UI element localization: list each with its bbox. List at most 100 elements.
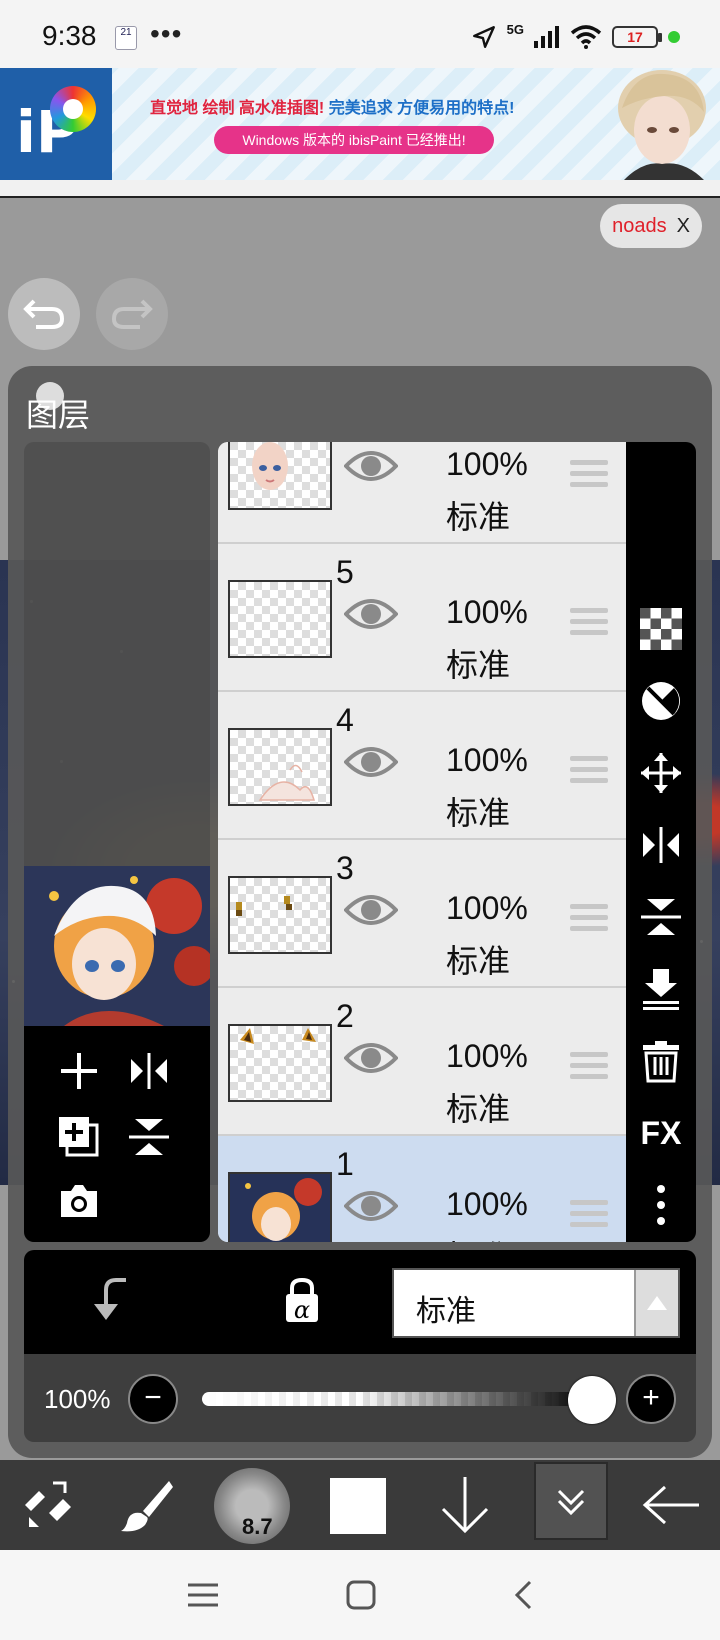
- blend-mode-value: 标准: [416, 1295, 476, 1328]
- redo-button[interactable]: [96, 278, 168, 350]
- system-nav-bar: [0, 1550, 720, 1640]
- redo-icon: [111, 299, 153, 329]
- noads-button[interactable]: noads X: [600, 204, 702, 248]
- opacity-decrease-button[interactable]: −: [128, 1374, 178, 1424]
- brush-tool-button[interactable]: [112, 1460, 182, 1550]
- ad-pill: Windows 版本的 ibisPaint 已经推出!: [214, 126, 494, 154]
- layer-thumbnail: [228, 728, 332, 806]
- drag-handle-icon[interactable]: [570, 756, 608, 789]
- flip-h-icon: [643, 827, 679, 863]
- status-time: 9:38: [42, 20, 97, 51]
- layer-number: 6: [336, 442, 354, 443]
- brush-size-button[interactable]: 8.7: [214, 1468, 290, 1544]
- layer-row[interactable]: 4 100% 标准: [218, 692, 626, 840]
- drag-handle-icon[interactable]: [570, 608, 608, 641]
- layer-panel-button[interactable]: [534, 1462, 608, 1540]
- banner-divider: [0, 180, 720, 198]
- eye-icon[interactable]: [344, 448, 398, 484]
- flip-vertical-icon: [129, 1119, 169, 1155]
- panel-title: 图层: [26, 397, 91, 433]
- camera-icon: [61, 1185, 97, 1217]
- flip-horizontal-icon: [131, 1053, 167, 1089]
- add-layer-button[interactable]: [54, 1046, 104, 1096]
- layer-actions: [24, 1026, 210, 1242]
- opacity-slider-handle[interactable]: [568, 1376, 616, 1424]
- move-layer-button[interactable]: [626, 746, 696, 800]
- alpha-lock-button[interactable]: α: [282, 1276, 322, 1329]
- clip-icon: [642, 682, 680, 720]
- delete-layer-button[interactable]: [626, 1034, 696, 1088]
- clipping-toggle-button[interactable]: [90, 1276, 130, 1329]
- close-icon[interactable]: X: [677, 215, 690, 238]
- nav-back-button[interactable]: [500, 1572, 546, 1618]
- ad-headline: 直觉地 绘制 高水准插图! 完美追求 方便易用的特点!: [150, 94, 514, 118]
- calendar-icon: 21: [115, 26, 137, 50]
- wifi-icon: [570, 25, 602, 49]
- recording-dot: [668, 31, 680, 43]
- layer-row[interactable]: 6 100% 标准: [218, 442, 626, 544]
- eye-icon[interactable]: [344, 1040, 398, 1076]
- layer-number: 5: [336, 554, 354, 590]
- transparency-lock-button[interactable]: [626, 602, 696, 656]
- blend-mode-select[interactable]: 标准: [392, 1268, 680, 1338]
- layer-number: 4: [336, 702, 354, 738]
- more-button[interactable]: [626, 1178, 696, 1232]
- clipping-button[interactable]: [626, 674, 696, 728]
- checker-icon: [640, 608, 682, 650]
- down-button[interactable]: [420, 1460, 510, 1550]
- layer-blend-mode: 标准: [446, 1091, 511, 1127]
- layer-thumbnail: [228, 1024, 332, 1102]
- ad-banner[interactable]: iP 直觉地 绘制 高水准插图! 完美追求 方便易用的特点! Windows 版…: [0, 68, 720, 180]
- eye-icon[interactable]: [344, 596, 398, 632]
- flip-vertical-button[interactable]: [124, 1112, 174, 1162]
- opacity-label: 100%: [44, 1384, 111, 1414]
- duplicate-icon: [59, 1117, 99, 1157]
- layer-blend-mode: 标准: [446, 795, 511, 831]
- merge-down-button[interactable]: [626, 962, 696, 1016]
- eye-icon[interactable]: [344, 892, 398, 928]
- drag-handle-icon[interactable]: [570, 460, 608, 493]
- opacity-increase-button[interactable]: +: [626, 1374, 676, 1424]
- layer-thumbnail: [228, 442, 332, 510]
- drag-handle-icon[interactable]: [570, 1052, 608, 1085]
- eye-icon[interactable]: [344, 1188, 398, 1224]
- layer-row[interactable]: 1 100% 标准: [218, 1136, 626, 1242]
- layer-list[interactable]: 6 100% 标准 5 100% 标准 4 100% 标准 3 100% 标准 2 100% 标准 1 100%…: [218, 442, 626, 1242]
- duplicate-layer-button[interactable]: [54, 1112, 104, 1162]
- flip-layer-horizontal-button[interactable]: [626, 818, 696, 872]
- tool-switch-icon: [25, 1481, 71, 1527]
- layer-blend-mode: 标准: [446, 943, 511, 979]
- layer-row[interactable]: 2 100% 标准: [218, 988, 626, 1136]
- fx-button[interactable]: FX: [626, 1106, 696, 1160]
- opacity-control: 100% − +: [24, 1354, 696, 1442]
- home-button[interactable]: [338, 1572, 384, 1618]
- import-photo-button[interactable]: [54, 1176, 104, 1226]
- undo-button[interactable]: [8, 278, 80, 350]
- ad-character-image: [618, 70, 706, 180]
- opacity-slider[interactable]: [202, 1392, 592, 1406]
- layer-row[interactable]: 5 100% 标准: [218, 544, 626, 692]
- layer-opacity: 100%: [446, 1186, 528, 1222]
- tool-select-button[interactable]: [12, 1460, 82, 1550]
- layer-tool-strip: FX: [626, 442, 696, 1242]
- flip-layer-vertical-button[interactable]: [626, 890, 696, 944]
- drag-handle-icon[interactable]: [570, 904, 608, 937]
- arrow-left-icon: [642, 1485, 699, 1525]
- back-button[interactable]: [626, 1460, 716, 1550]
- color-wheel-icon: [50, 86, 96, 132]
- menu-icon: [188, 1583, 218, 1607]
- layer-thumbnail: [228, 1172, 332, 1242]
- layer-row[interactable]: 3 100% 标准: [218, 840, 626, 988]
- recent-apps-button[interactable]: [180, 1572, 226, 1618]
- color-swatch-button[interactable]: [330, 1478, 386, 1534]
- canvas-preview-thumbnail[interactable]: [24, 866, 210, 1026]
- layer-number: 2: [336, 998, 354, 1034]
- layer-blend-mode: 标准: [446, 499, 511, 535]
- brush-icon: [121, 1481, 173, 1532]
- status-icons: 5G 17: [471, 22, 680, 50]
- drag-handle-icon[interactable]: [570, 1200, 608, 1233]
- flip-v-icon: [641, 899, 681, 935]
- eye-icon[interactable]: [344, 744, 398, 780]
- status-bar: 9:38 21 ••• 5G 17: [0, 0, 720, 68]
- flip-horizontal-button[interactable]: [124, 1046, 174, 1096]
